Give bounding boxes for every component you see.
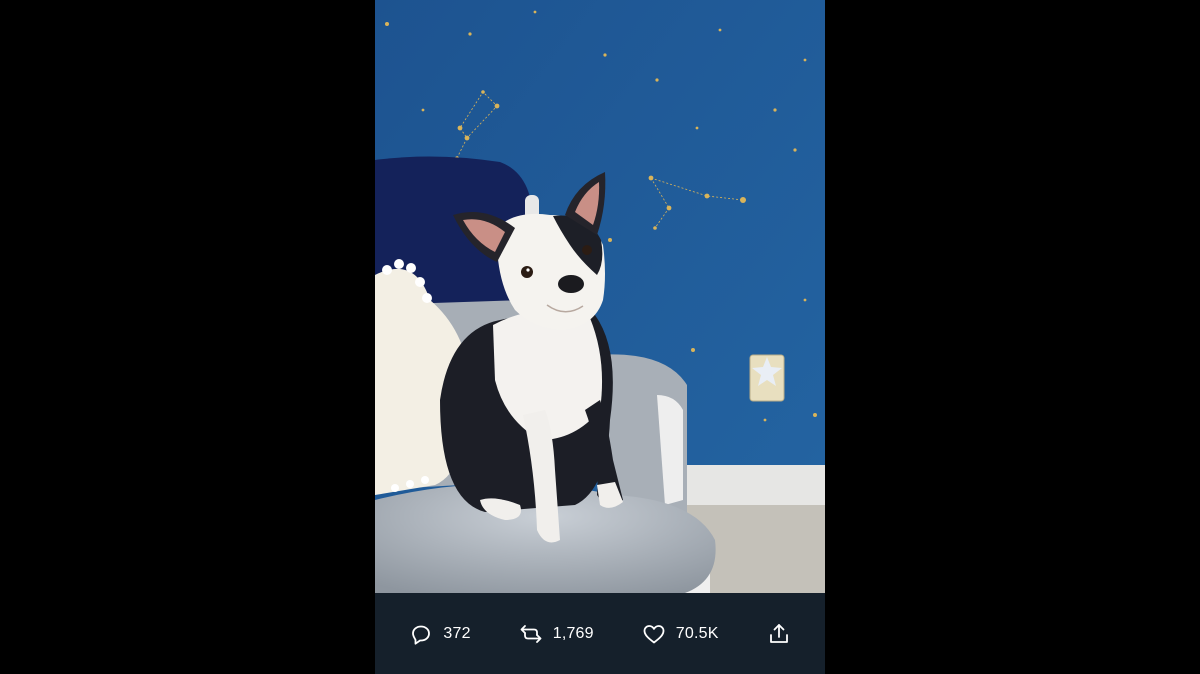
like-count: 70.5K <box>675 624 719 642</box>
reply-icon <box>409 622 433 646</box>
reply-button[interactable]: 372 <box>409 622 471 646</box>
tweet-action-bar: 372 1,769 70.5K <box>375 593 825 674</box>
photo-illustration <box>375 0 825 593</box>
share-button[interactable] <box>767 622 791 646</box>
retweet-button[interactable]: 1,769 <box>519 622 594 646</box>
share-icon <box>767 622 791 646</box>
like-button[interactable]: 70.5K <box>642 622 719 646</box>
retweet-icon <box>519 622 543 646</box>
tweet-photo[interactable] <box>375 0 825 593</box>
media-viewer: 372 1,769 70.5K <box>0 0 1200 674</box>
reply-count: 372 <box>443 624 471 642</box>
heart-icon <box>642 622 666 646</box>
retweet-count: 1,769 <box>552 624 594 642</box>
